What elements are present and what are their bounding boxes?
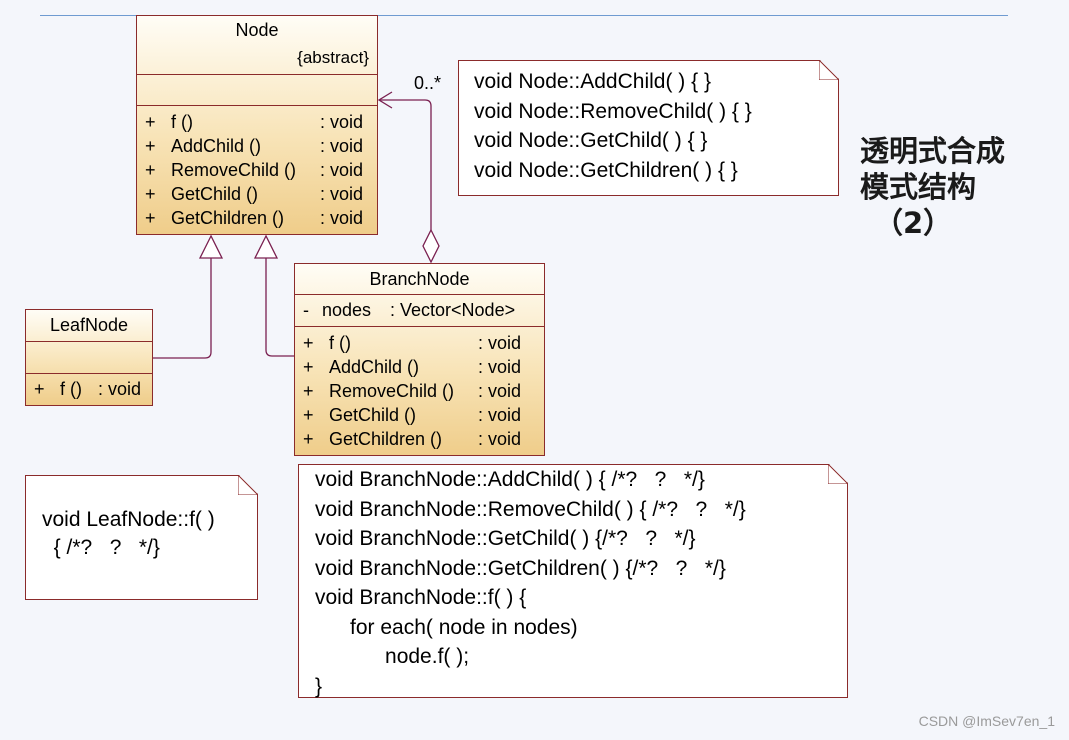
branchnode-class-methods: + f (): void + AddChild (): void + RemoveCh… (295, 327, 544, 451)
note-fold-icon (828, 464, 848, 484)
leafnode-method-row: + f (): void (34, 379, 142, 399)
branchnode-class[interactable]: BranchNode - nodes: Vector<Node> + f (): v… (294, 263, 545, 456)
note-line: void Node::GetChild( ) { } (474, 129, 708, 152)
leaf-inheritance-line (153, 258, 212, 359)
leaf-inheritance-arrowhead (198, 234, 224, 259)
node-method-row: + f (): void (145, 112, 364, 132)
branchnode-class-name: BranchNode (369, 269, 470, 289)
note-line: void Node::GetChildren( ) { } (474, 158, 738, 182)
node-class-header: Node {abstract} (137, 16, 377, 75)
branchnode-implementation-note: void BranchNode::AddChild( ) { /*? ? */}… (298, 464, 848, 698)
leafnode-class[interactable]: LeafNode + f (): void (25, 309, 153, 406)
branchnode-method-row: + RemoveChild (): void (303, 381, 522, 401)
node-method-row: + GetChild (): void (145, 184, 364, 204)
note-line: void LeafNode::f( ) (42, 508, 215, 531)
note-line: node.f( ); (315, 645, 470, 668)
node-implementation-note: void Node::AddChild( ) { } void Node::Re… (458, 60, 839, 196)
aggregation-line (380, 99, 432, 230)
heading-line-2: 模式结构 (860, 170, 977, 204)
branchnode-method-row: + GetChild (): void (303, 405, 522, 425)
leafnode-implementation-note: void LeafNode::f( ) { /*? ? */} (25, 475, 258, 600)
leafnode-class-header: LeafNode (26, 310, 152, 342)
slide-heading: 透明式合成 模式结构 （2） (860, 133, 1005, 241)
branchnode-method-row: + GetChildren (): void (303, 429, 522, 449)
note-fold-icon (819, 60, 839, 80)
note-line: void BranchNode::f( ) { (315, 586, 527, 609)
note-line: void Node::RemoveChild( ) { } (474, 99, 752, 123)
node-class-stereotype: {abstract} (297, 48, 369, 67)
leafnode-class-methods: + f (): void (26, 374, 152, 401)
note-line: void BranchNode::GetChild( ) {/*? ? */} (315, 527, 696, 550)
note-line: void Node::AddChild( ) { } (474, 70, 711, 93)
node-class-attributes (137, 75, 377, 106)
heading-line-3: （2） (874, 206, 953, 240)
node-class[interactable]: Node {abstract} + f (): void + AddChild ()… (136, 15, 378, 235)
node-class-name: Node (235, 20, 279, 40)
branchnode-class-header: BranchNode (295, 264, 544, 295)
branchnode-method-row: + f (): void (303, 333, 522, 353)
leafnode-class-name: LeafNode (49, 315, 129, 335)
multiplicity-label: 0..* (414, 73, 442, 93)
branch-inheritance-line (265, 258, 295, 357)
note-line: { /*? ? */} (42, 536, 160, 559)
note-line: for each( node in nodes) (315, 615, 578, 639)
node-method-row: + RemoveChild (): void (145, 160, 364, 180)
node-class-methods: + f (): void + AddChild (): void + RemoveCh… (137, 106, 377, 230)
heading-line-1: 透明式合成 (860, 134, 1006, 168)
node-method-row: + GetChildren (): void (145, 208, 364, 228)
note-line: void BranchNode::GetChildren( ) {/*? ? *… (315, 556, 726, 580)
branchnode-method-row: + AddChild (): void (303, 357, 522, 377)
note-fold-icon (238, 475, 258, 495)
watermark: CSDN @ImSev7en_1 (918, 713, 1055, 729)
branch-inheritance-arrowhead (253, 234, 279, 259)
note-line: } (315, 674, 323, 698)
leafnode-class-attributes (26, 342, 152, 374)
branchnode-class-attributes: - nodes: Vector<Node> (295, 295, 544, 327)
node-method-row: + AddChild (): void (145, 136, 364, 156)
branchnode-attribute-row: - nodes: Vector<Node> (303, 300, 516, 320)
aggregation-diamond (422, 228, 440, 264)
note-line: void BranchNode::RemoveChild( ) { /*? ? … (315, 497, 746, 521)
note-line: void BranchNode::AddChild( ) { /*? ? */} (315, 468, 705, 491)
